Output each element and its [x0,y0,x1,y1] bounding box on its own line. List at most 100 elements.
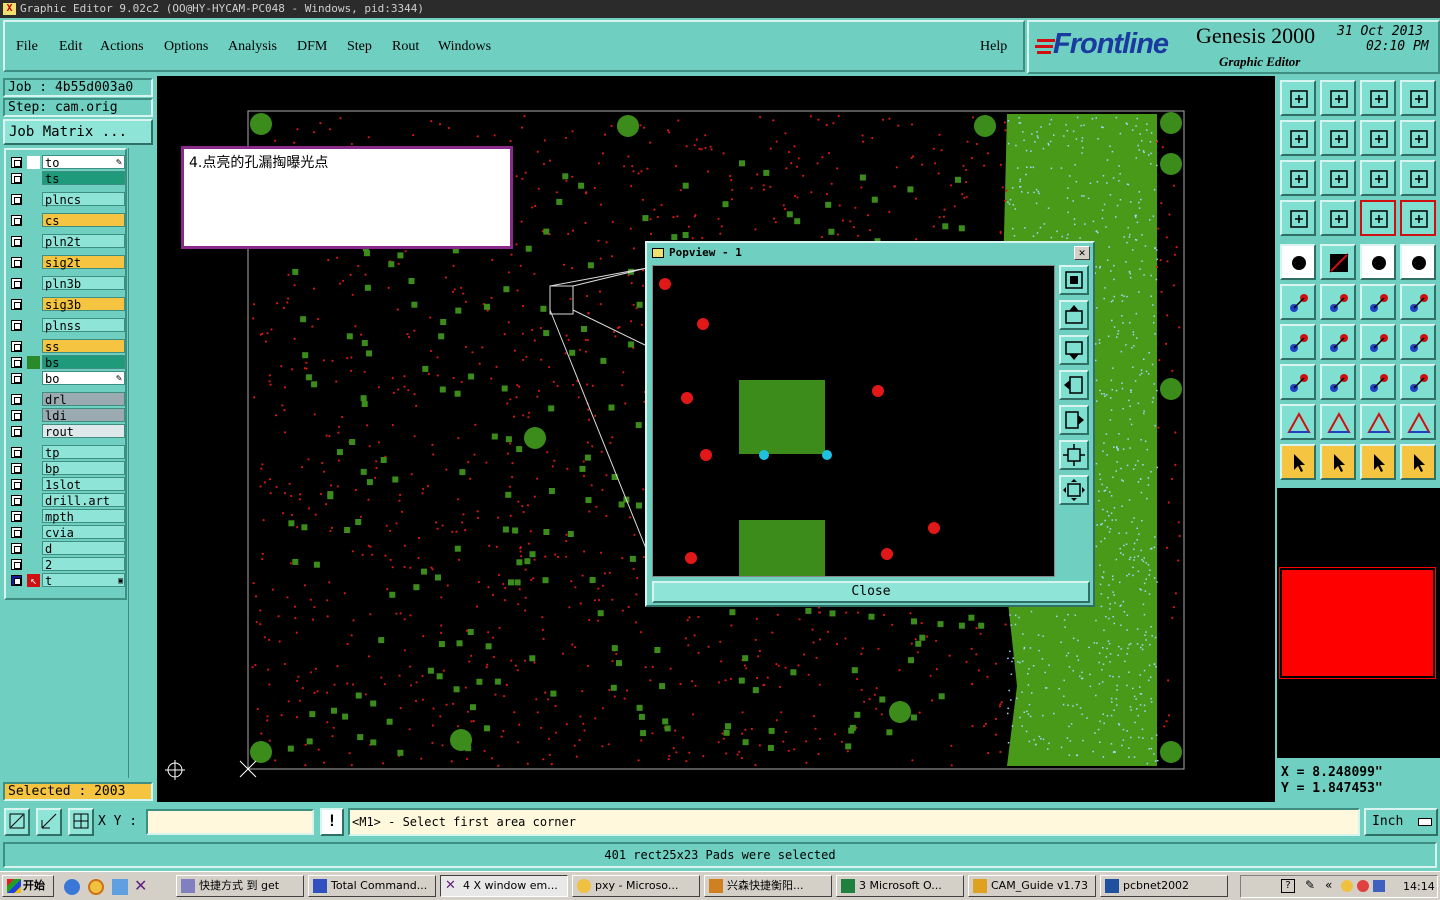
layer-display-checkbox[interactable] [11,447,22,458]
home-view-button[interactable] [1360,80,1396,116]
menu-rout[interactable]: Rout [392,39,419,55]
menu-edit[interactable]: Edit [59,39,82,55]
layer-name[interactable]: cs [42,213,125,228]
layer-display-checkbox[interactable] [11,463,22,474]
task-microsoft[interactable]: pxy - Microso... [572,875,700,897]
popview-zoom-in-button[interactable] [1059,440,1089,470]
network-tray-icon[interactable] [1373,880,1385,892]
layer-name[interactable]: rout [42,424,125,439]
layer-color-swatch[interactable] [27,256,40,269]
select-net-button[interactable] [1360,444,1396,480]
layer-name[interactable]: mpth [42,509,125,524]
text-button[interactable] [1400,324,1436,360]
select-feature-button[interactable] [1320,444,1356,480]
menu-options[interactable]: Options [164,39,208,55]
layer-display-checkbox[interactable] [11,543,22,554]
layer-name[interactable]: sig3b [42,297,125,312]
layer-color-swatch[interactable] [27,235,40,248]
layer-color-swatch[interactable] [27,462,40,475]
layer-color-swatch[interactable] [27,156,40,169]
popview-pan-up-button[interactable] [1059,300,1089,330]
delete-button[interactable] [1320,284,1356,320]
layer-display-checkbox[interactable] [11,394,22,405]
poly-d-button[interactable] [1400,404,1436,440]
layer-name[interactable]: drl [42,392,125,407]
layer-name[interactable]: d [42,541,125,556]
layer-name[interactable]: ss [42,339,125,354]
copy-button[interactable] [1360,284,1396,320]
pan-left-button[interactable] [1280,120,1316,156]
layer-row-pln3b[interactable]: pln3b [8,276,125,291]
layer-row-t[interactable]: ↖ t ▣ [8,573,125,588]
layer-color-swatch[interactable] [27,356,40,369]
zoom-profile-button[interactable] [1320,160,1356,196]
layer-row-2[interactable]: 2 [8,557,125,572]
layer-row-1slot[interactable]: 1slot [8,477,125,492]
zoom-home-button[interactable] [1280,80,1316,116]
zoom-fit-button[interactable] [1280,160,1316,196]
layer-color-swatch[interactable] [27,478,40,491]
layer-display-checkbox[interactable] [11,357,22,368]
layer-color-swatch[interactable] [27,409,40,422]
layer-display-checkbox[interactable] [11,426,22,437]
task-x-window[interactable]: ✕ 4 X window em... [440,875,568,897]
poly-c-button[interactable] [1360,404,1396,440]
units-selector[interactable]: Inch [1364,808,1438,836]
layer-name[interactable]: plnss [42,318,125,333]
layer-display-checkbox[interactable] [11,173,22,184]
shapes-button[interactable] [1400,364,1436,400]
line-edit-button[interactable] [1320,324,1356,360]
layer-color-swatch[interactable] [27,526,40,539]
layer-row-bs[interactable]: bs [8,355,125,370]
resize-button[interactable] [1400,284,1436,320]
task-xingsen[interactable]: 兴森快捷衡阳... [704,875,832,897]
popview-zoom-view[interactable] [652,265,1055,577]
poly-a-button[interactable] [1280,404,1316,440]
ie-icon[interactable] [64,879,80,895]
popview-titlebar[interactable]: Popview - 1 ✕ [649,245,1091,261]
pointer-button[interactable] [1280,444,1316,480]
layer-name[interactable]: ts [42,171,125,186]
layer-row-rout[interactable]: rout [8,424,125,439]
layer-row-pln2t[interactable]: pln2t [8,234,125,249]
add-line-button[interactable] [1320,244,1356,280]
layer-name[interactable]: 1slot [42,477,125,492]
layer-color-swatch[interactable] [27,214,40,227]
layer-display-checkbox[interactable] [11,495,22,506]
layer-name[interactable]: sig2t [42,255,125,270]
popview-pan-right-button[interactable] [1059,405,1089,435]
layer-compare-button[interactable] [1360,200,1396,236]
layer-color-swatch[interactable] [27,277,40,290]
attributes-button[interactable] [1280,364,1316,400]
snap-toggle-button[interactable] [1360,120,1396,156]
layer-row-plncs[interactable]: plncs [8,192,125,207]
popview-zoom-out-button[interactable] [1059,475,1089,505]
snap-mode-button[interactable] [4,808,30,836]
menu-actions[interactable]: Actions [100,39,144,55]
select-box-button[interactable] [1400,244,1436,280]
layer-name[interactable]: plncs [42,192,125,207]
job-matrix-button[interactable]: Job Matrix ... [3,119,153,145]
layer-name[interactable]: t ▣ [42,573,125,588]
layer-name[interactable]: cvia [42,525,125,540]
layer-display-checkbox[interactable] [11,278,22,289]
qq-tray-icon[interactable] [1341,880,1353,892]
layer-name[interactable]: tp [42,445,125,460]
layer-row-cvia[interactable]: cvia [8,525,125,540]
popview-close-icon[interactable]: ✕ [1074,246,1090,260]
task-pcbnet[interactable]: pcbnet2002 [1100,875,1228,897]
layer-color-swatch[interactable] [27,193,40,206]
popview-pan-down-button[interactable] [1059,335,1089,365]
popview-close-button[interactable]: Close [652,581,1090,603]
security-tray-icon[interactable] [1357,880,1369,892]
layer-display-checkbox[interactable] [11,511,22,522]
angle-button[interactable] [1280,324,1316,360]
layer-row-bo[interactable]: bo ✎ [8,371,125,386]
zoom-1to2-button[interactable] [1360,160,1396,196]
menu-dfm[interactable]: DFM [297,39,327,55]
qq-icon[interactable] [88,879,104,895]
dimension-button[interactable] [1360,364,1396,400]
task-microsoft-office[interactable]: 3 Microsoft O... [836,875,964,897]
layer-color-swatch[interactable] [27,340,40,353]
layer-display-checkbox[interactable] [11,236,22,247]
